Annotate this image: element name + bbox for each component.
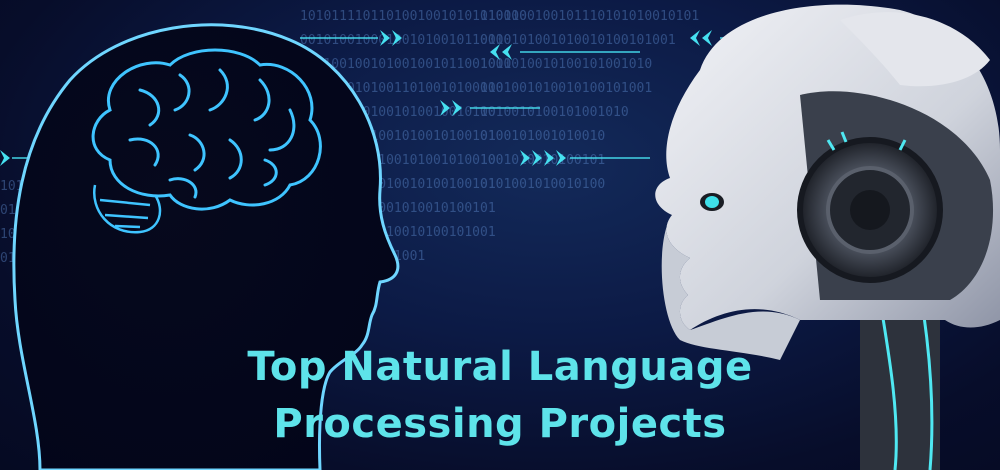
title-line-2: Processing Projects <box>273 401 727 447</box>
title-line-1: Top Natural Language <box>247 344 753 390</box>
banner: 10101111011010010010101010110 0010100100… <box>0 0 1000 470</box>
